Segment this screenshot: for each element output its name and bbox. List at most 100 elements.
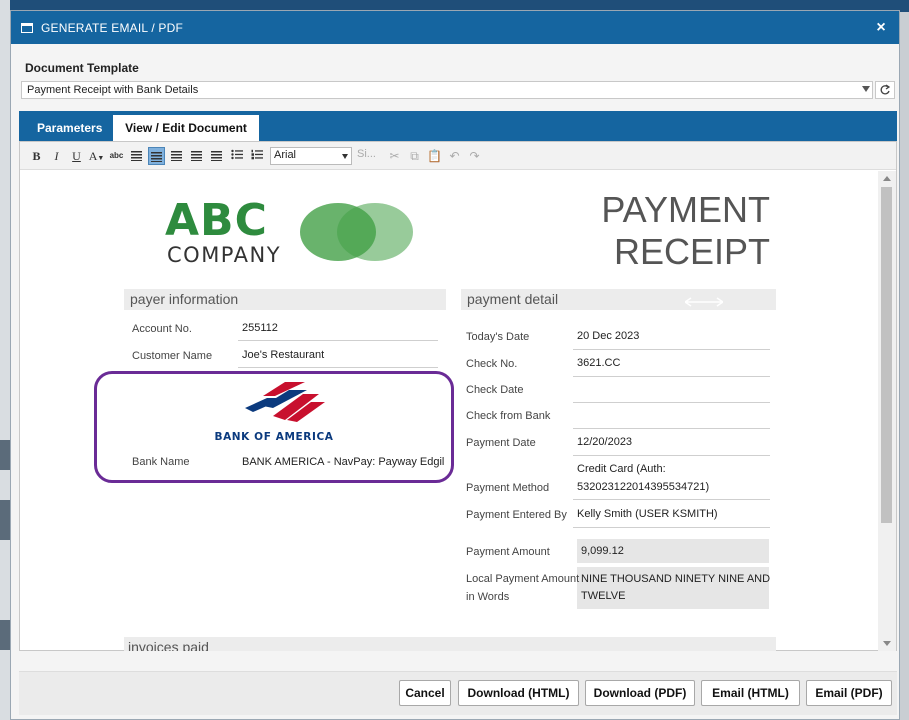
redo-button[interactable]: ↷ bbox=[466, 147, 483, 165]
redo-icon: ↷ bbox=[469, 148, 480, 163]
font-family-select[interactable]: Arial bbox=[270, 146, 352, 165]
resize-arrow-icon[interactable] bbox=[685, 297, 723, 307]
paste-button[interactable]: 📋 bbox=[426, 147, 443, 165]
close-icon[interactable]: × bbox=[873, 19, 889, 37]
cut-button[interactable]: ✂ bbox=[386, 147, 403, 165]
payment-entered-by-value: Kelly Smith (USER KSMITH) bbox=[577, 508, 718, 520]
document-editor: B I U A▼ abc Arial Si... ✂ ⧉ 📋 ↶ ↷ ABC C… bbox=[19, 141, 897, 651]
bullet-list-button[interactable] bbox=[228, 147, 245, 165]
copy-icon: ⧉ bbox=[410, 148, 419, 163]
divider bbox=[573, 527, 770, 528]
bank-name-label: Bank Name bbox=[132, 456, 190, 468]
title-line-1: PAYMENT bbox=[601, 189, 770, 230]
payment-date-label: Payment Date bbox=[466, 437, 536, 449]
chevron-down-icon[interactable] bbox=[862, 86, 870, 92]
payment-method-value-line2: 532023122014395534721) bbox=[577, 481, 710, 493]
cancel-button[interactable]: Cancel bbox=[399, 680, 451, 706]
check-date-label: Check Date bbox=[466, 384, 524, 396]
font-color-button[interactable]: A▼ bbox=[88, 147, 105, 165]
payment-method-label: Payment Method bbox=[466, 482, 550, 494]
check-from-bank-label: Check from Bank bbox=[466, 410, 551, 422]
copy-button[interactable]: ⧉ bbox=[406, 147, 423, 165]
divider bbox=[573, 428, 770, 429]
divider bbox=[573, 376, 770, 377]
divider bbox=[573, 455, 770, 456]
generate-email-pdf-dialog: GENERATE EMAIL / PDF × Document Template… bbox=[10, 10, 900, 720]
amount-in-words-line1: NINE THOUSAND NINETY NINE AND bbox=[581, 573, 771, 585]
refresh-template-button[interactable] bbox=[875, 81, 895, 99]
payment-receipt-title: PAYMENT RECEIPT bbox=[580, 189, 770, 273]
background-app-sidebar bbox=[0, 0, 10, 720]
clear-format-button[interactable] bbox=[208, 147, 225, 165]
numbered-list-icon bbox=[251, 149, 263, 159]
clear-format-icon bbox=[211, 150, 222, 161]
bank-name-value: BANK AMERICA - NavPay: Payway Edgil bbox=[242, 456, 445, 468]
numbered-list-button[interactable] bbox=[248, 147, 265, 165]
justify-button[interactable] bbox=[188, 147, 205, 165]
divider bbox=[238, 367, 438, 368]
window-icon bbox=[21, 22, 33, 33]
undo-button[interactable]: ↶ bbox=[446, 147, 463, 165]
refresh-icon bbox=[880, 84, 891, 95]
spellcheck-button[interactable]: abc bbox=[108, 147, 125, 165]
tab-parameters[interactable]: Parameters bbox=[25, 115, 114, 141]
email-pdf-button[interactable]: Email (PDF) bbox=[806, 680, 892, 706]
logo-company-text: COMPANY bbox=[167, 243, 282, 267]
align-left-button[interactable] bbox=[128, 147, 145, 165]
bank-of-america-logo-text: BANK OF AMERICA bbox=[214, 431, 334, 443]
editor-scrollbar[interactable] bbox=[878, 171, 896, 651]
align-center-button[interactable] bbox=[148, 146, 165, 165]
payment-amount-label: Payment Amount bbox=[466, 546, 550, 558]
customer-name-value: Joe's Restaurant bbox=[242, 349, 325, 361]
todays-date-value: 20 Dec 2023 bbox=[577, 330, 640, 342]
align-right-button[interactable] bbox=[168, 147, 185, 165]
payer-information-header: payer information bbox=[124, 289, 446, 310]
dialog-titlebar: GENERATE EMAIL / PDF × bbox=[11, 11, 899, 44]
todays-date-label: Today's Date bbox=[466, 331, 530, 343]
payment-detail-header: payment detail bbox=[461, 289, 776, 310]
invoices-paid-header: invoices paid bbox=[124, 637, 776, 651]
scroll-down-icon[interactable] bbox=[883, 641, 891, 646]
email-html-button[interactable]: Email (HTML) bbox=[701, 680, 800, 706]
justify-icon bbox=[191, 150, 202, 161]
scroll-up-icon[interactable] bbox=[883, 176, 891, 181]
italic-button[interactable]: I bbox=[48, 147, 65, 165]
payment-amount-value: 9,099.12 bbox=[581, 545, 624, 557]
scissors-icon: ✂ bbox=[389, 148, 400, 163]
payment-method-value-line1: Credit Card (Auth: bbox=[577, 463, 666, 475]
divider bbox=[573, 499, 770, 500]
document-canvas[interactable]: ABC COMPANY PAYMENT RECEIPT payer inform… bbox=[20, 171, 878, 651]
payment-entered-by-label: Payment Entered By bbox=[466, 509, 567, 521]
document-template-label: Document Template bbox=[25, 61, 139, 75]
chevron-down-icon[interactable] bbox=[342, 153, 348, 159]
download-html-button[interactable]: Download (HTML) bbox=[458, 680, 579, 706]
undo-icon: ↶ bbox=[449, 148, 460, 163]
align-right-icon bbox=[171, 150, 182, 161]
align-center-icon bbox=[151, 151, 162, 162]
local-amount-label-line2: in Words bbox=[466, 591, 510, 603]
tab-view-edit-document[interactable]: View / Edit Document bbox=[113, 115, 259, 141]
font-size-select[interactable]: Si... bbox=[355, 147, 383, 165]
dialog-title: GENERATE EMAIL / PDF bbox=[41, 20, 184, 35]
check-no-value: 3621.CC bbox=[577, 357, 621, 369]
clipboard-icon: 📋 bbox=[427, 148, 442, 163]
download-pdf-button[interactable]: Download (PDF) bbox=[585, 680, 695, 706]
document-template-select[interactable]: Payment Receipt with Bank Details bbox=[21, 81, 873, 99]
scrollbar-thumb[interactable] bbox=[881, 187, 892, 523]
bold-button[interactable]: B bbox=[28, 147, 45, 165]
amount-in-words-line2: TWELVE bbox=[581, 590, 626, 602]
document-template-value: Payment Receipt with Bank Details bbox=[27, 84, 199, 96]
font-family-value: Arial bbox=[274, 148, 297, 161]
underline-button[interactable]: U bbox=[68, 147, 85, 165]
bank-of-america-flag-icon bbox=[245, 382, 325, 422]
logo-abc-text: ABC bbox=[165, 195, 268, 246]
account-no-value: 255112 bbox=[242, 322, 278, 334]
bullet-list-icon bbox=[230, 149, 243, 159]
title-line-2: RECEIPT bbox=[613, 231, 770, 272]
logo-circle-right bbox=[337, 203, 413, 261]
bank-info-highlight: BANK OF AMERICA Bank Name BANK AMERICA -… bbox=[94, 371, 454, 483]
payment-date-value: 12/20/2023 bbox=[577, 436, 633, 448]
divider bbox=[573, 349, 770, 350]
editor-toolbar: B I U A▼ abc Arial Si... ✂ ⧉ 📋 ↶ ↷ bbox=[20, 142, 896, 170]
align-left-icon bbox=[131, 150, 142, 161]
